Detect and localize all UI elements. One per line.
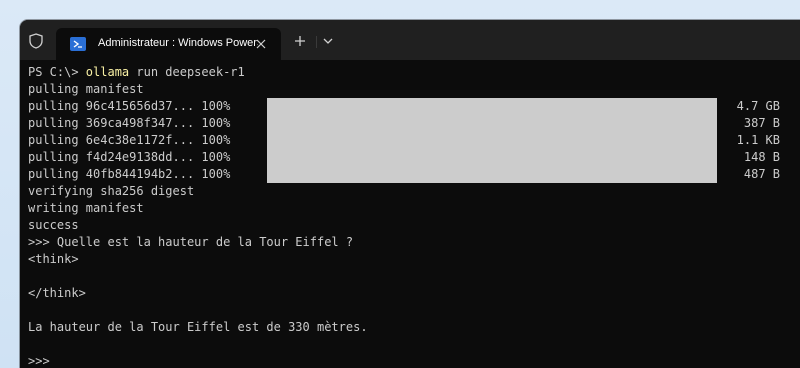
pull-line: pulling 40fb844194b2... 100% <box>28 167 231 181</box>
pulling-manifest-line: pulling manifest <box>28 82 144 96</box>
pull-line: pulling 6e4c38e1172f... 100% <box>28 133 231 147</box>
progress-bar <box>267 132 717 149</box>
pull-size: 148 B <box>743 150 780 164</box>
prompt: PS C:\> <box>28 65 86 79</box>
chevron-down-icon[interactable] <box>320 33 336 49</box>
shield-icon <box>28 33 44 49</box>
command-name: ollama <box>85 65 130 79</box>
terminal-window: Administrateur : Windows PowerShell PS C… <box>20 20 800 368</box>
progress-bar <box>267 115 717 132</box>
pull-line: pulling 369ca498f347... 100% <box>28 116 231 130</box>
pull-line: pulling f4d24e9138dd... 100% <box>28 150 231 164</box>
success-line: success <box>28 218 79 232</box>
tab-divider <box>316 36 317 48</box>
progress-bar <box>267 149 717 166</box>
question-line: >>> Quelle est la hauteur de la Tour Eif… <box>28 235 354 249</box>
writing-line: writing manifest <box>28 201 144 215</box>
think-close-line: </think> <box>28 286 86 300</box>
next-prompt-line: >>> <box>28 354 50 368</box>
close-icon[interactable] <box>254 37 268 51</box>
verifying-line: verifying sha256 digest <box>28 184 195 198</box>
think-open-line: <think> <box>28 252 79 266</box>
terminal-output[interactable]: PS C:\> ollama run deepseek-r1 pulling m… <box>20 60 800 368</box>
pull-size: 487 B <box>743 167 780 181</box>
pull-size: 4.7 GB <box>736 99 780 113</box>
new-tab-plus-icon[interactable] <box>292 33 308 49</box>
command-args: run deepseek-r1 <box>129 65 245 79</box>
answer-line: La hauteur de la Tour Eiffel est de 330 … <box>28 320 368 334</box>
tab-title: Administrateur : Windows PowerShell <box>98 37 258 49</box>
tab-powershell[interactable]: Administrateur : Windows PowerShell <box>56 28 281 60</box>
progress-bar <box>267 166 717 183</box>
pull-line: pulling 96c415656d37... 100% <box>28 99 231 113</box>
pull-size: 387 B <box>743 116 780 130</box>
pull-size: 1.1 KB <box>736 133 780 147</box>
command-line: PS C:\> ollama run deepseek-r1 <box>28 64 245 81</box>
progress-bar <box>267 98 717 115</box>
powershell-icon <box>70 37 86 51</box>
title-bar: Administrateur : Windows PowerShell <box>20 20 800 60</box>
